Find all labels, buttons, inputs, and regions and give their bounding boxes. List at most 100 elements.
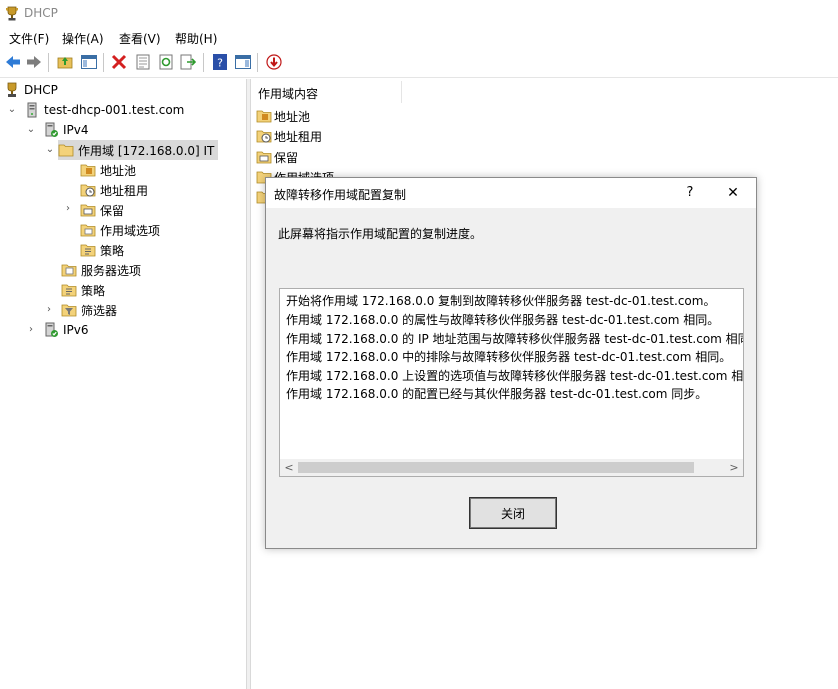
ipv6-icon xyxy=(43,322,59,338)
list-item-address-leases[interactable]: 地址租用 xyxy=(256,127,322,145)
log-line: 作用域 172.168.0.0 上设置的选项值与故障转移伙伴服务器 test-d… xyxy=(286,369,744,383)
tree-node-address-pool[interactable]: 地址池 xyxy=(80,160,136,180)
close-button[interactable]: 关闭 xyxy=(469,497,557,529)
server-icon xyxy=(24,102,40,118)
tree-node-server[interactable]: test-dhcp-001.test.com xyxy=(24,100,184,120)
svg-text:?: ? xyxy=(217,57,223,70)
list-item-reservations[interactable]: 保留 xyxy=(256,148,298,166)
scope-folder-icon xyxy=(58,142,74,158)
address-leases-icon xyxy=(80,182,96,198)
forward-icon[interactable] xyxy=(25,53,43,71)
show-hide-action-pane-icon[interactable] xyxy=(234,53,252,71)
toolbar-separator xyxy=(203,53,204,72)
toolbar-separator xyxy=(257,53,258,72)
log-line: 作用域 172.168.0.0 的配置已经与其伙伴服务器 test-dc-01.… xyxy=(286,387,708,401)
tree-label: 作用域 [172.168.0.0] IT xyxy=(78,143,215,158)
address-pool-icon xyxy=(256,108,272,124)
tree-label: 策略 xyxy=(100,243,125,258)
tree-label: 保留 xyxy=(100,203,125,218)
tree-label: 策略 xyxy=(81,283,106,298)
chevron-right-icon[interactable]: › xyxy=(44,305,54,315)
chevron-down-icon[interactable]: ⌄ xyxy=(45,145,55,155)
back-icon[interactable] xyxy=(4,53,22,71)
filter-icon xyxy=(61,302,77,318)
log-line: 作用域 172.168.0.0 的 IP 地址范围与故障转移伙伴服务器 test… xyxy=(286,332,744,346)
tree-label: test-dhcp-001.test.com xyxy=(44,103,185,117)
reservations-icon xyxy=(256,149,272,165)
policies-icon xyxy=(80,242,96,258)
title-bar: DHCP xyxy=(0,0,838,28)
tree-label: 地址池 xyxy=(100,163,137,178)
replication-log[interactable]: 开始将作用域 172.168.0.0 复制到故障转移伙伴服务器 test-dc-… xyxy=(279,288,744,477)
toolbar-separator xyxy=(103,53,104,72)
menu-action[interactable]: 操作(A) xyxy=(62,30,104,47)
tree-node-dhcp[interactable]: DHCP xyxy=(4,80,58,100)
up-folder-icon[interactable] xyxy=(56,53,74,71)
log-line: 作用域 172.168.0.0 中的排除与故障转移伙伴服务器 test-dc-0… xyxy=(286,350,732,364)
reservations-icon xyxy=(80,202,96,218)
tree-label: 地址租用 xyxy=(100,183,149,198)
console-tree: DHCP ⌄ test-dhcp-001.test.com ⌄ IPv4 ⌄ 作… xyxy=(0,79,246,689)
tree-node-scope-policies[interactable]: 策略 xyxy=(80,240,124,260)
horizontal-scrollbar[interactable]: < > xyxy=(280,459,743,476)
tree-label: IPv4 xyxy=(63,123,89,137)
list-item-label: 地址池 xyxy=(274,109,311,124)
delete-icon[interactable] xyxy=(110,53,128,71)
export-list-icon[interactable] xyxy=(179,53,197,71)
chevron-right-icon[interactable]: › xyxy=(26,325,36,335)
help-button[interactable]: ? xyxy=(680,183,700,203)
dialog-description: 此屏幕将指示作用域配置的复制进度。 xyxy=(278,227,483,241)
column-header-scope-contents[interactable]: 作用域内容 xyxy=(252,81,402,103)
menu-help[interactable]: 帮助(H) xyxy=(175,30,217,47)
tree-node-policies[interactable]: 策略 xyxy=(61,280,105,300)
address-pool-icon xyxy=(80,162,96,178)
tree-label: 作用域选项 xyxy=(100,223,161,238)
tree-node-ipv4[interactable]: IPv4 xyxy=(43,120,89,140)
toolbar: ? xyxy=(0,49,838,78)
tree-node-server-options[interactable]: 服务器选项 xyxy=(61,260,141,280)
toolbar-separator xyxy=(48,53,49,72)
tree-label: 服务器选项 xyxy=(81,263,142,278)
chevron-down-icon[interactable]: ⌄ xyxy=(7,105,17,115)
list-item-label: 地址租用 xyxy=(274,129,323,144)
tree-label: 筛选器 xyxy=(81,303,118,318)
tree-label: IPv6 xyxy=(63,323,89,337)
list-item-address-pool[interactable]: 地址池 xyxy=(256,107,310,125)
refresh-icon[interactable] xyxy=(157,53,175,71)
dhcp-app-icon xyxy=(5,6,19,21)
log-line: 作用域 172.168.0.0 的属性与故障转移伙伴服务器 test-dc-01… xyxy=(286,313,720,327)
pane-splitter[interactable] xyxy=(246,79,251,689)
help-icon[interactable]: ? xyxy=(211,53,229,71)
menu-bar: 文件(F) 操作(A) 查看(V) 帮助(H) xyxy=(0,28,838,48)
dhcp-icon xyxy=(4,82,20,98)
window-title: DHCP xyxy=(24,6,58,20)
tree-node-reservations[interactable]: 保留 xyxy=(80,200,124,220)
deactivate-icon[interactable] xyxy=(265,53,283,71)
menu-view[interactable]: 查看(V) xyxy=(119,30,161,47)
tree-node-address-leases[interactable]: 地址租用 xyxy=(80,180,148,200)
chevron-down-icon[interactable]: ⌄ xyxy=(26,125,36,135)
tree-node-scope-options[interactable]: 作用域选项 xyxy=(80,220,160,240)
address-leases-icon xyxy=(256,128,272,144)
close-icon[interactable]: ✕ xyxy=(722,183,744,203)
scroll-right-icon[interactable]: > xyxy=(727,459,741,476)
server-options-icon xyxy=(61,262,77,278)
scope-options-icon xyxy=(80,222,96,238)
scroll-left-icon[interactable]: < xyxy=(282,459,296,476)
list-item-label: 保留 xyxy=(274,150,299,165)
policies-icon xyxy=(61,282,77,298)
scrollbar-thumb[interactable] xyxy=(298,462,694,473)
show-hide-tree-icon[interactable] xyxy=(80,53,98,71)
tree-node-filters[interactable]: 筛选器 xyxy=(61,300,117,320)
failover-replication-dialog: 故障转移作用域配置复制 ? ✕ 此屏幕将指示作用域配置的复制进度。 开始将作用域… xyxy=(265,177,757,549)
dialog-title: 故障转移作用域配置复制 xyxy=(274,188,407,202)
log-line: 开始将作用域 172.168.0.0 复制到故障转移伙伴服务器 test-dc-… xyxy=(286,294,716,308)
ipv4-icon xyxy=(43,122,59,138)
tree-label: DHCP xyxy=(24,83,58,97)
tree-node-scope[interactable]: 作用域 [172.168.0.0] IT xyxy=(58,140,219,160)
chevron-right-icon[interactable]: › xyxy=(63,204,73,214)
menu-file[interactable]: 文件(F) xyxy=(9,30,49,47)
tree-node-ipv6[interactable]: IPv6 xyxy=(43,320,89,340)
properties-icon[interactable] xyxy=(134,53,152,71)
column-header-label: 作用域内容 xyxy=(258,87,319,101)
